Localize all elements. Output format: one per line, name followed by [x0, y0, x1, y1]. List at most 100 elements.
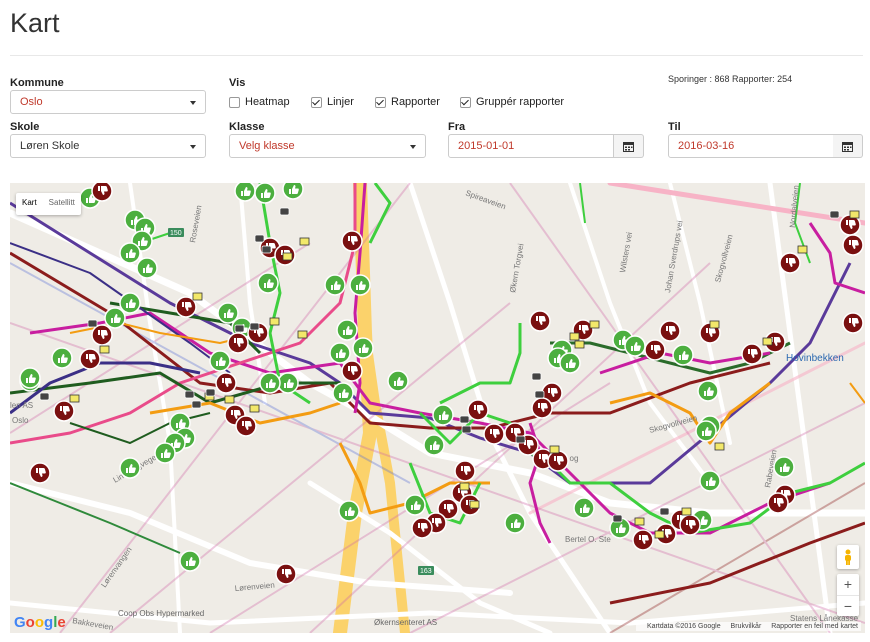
comment-icon[interactable]: [589, 320, 600, 329]
thumbs-up-icon[interactable]: [423, 434, 445, 456]
pegman-button[interactable]: [837, 545, 859, 569]
comment-icon[interactable]: [249, 404, 260, 413]
comment-icon[interactable]: [224, 395, 235, 404]
thumbs-down-icon[interactable]: [341, 360, 363, 382]
thumbs-up-icon[interactable]: [254, 183, 276, 204]
camera-icon[interactable]: [659, 507, 670, 516]
thumbs-down-icon[interactable]: [29, 462, 51, 484]
map-canvas[interactable]: Spireaveien Økern Torgvei Wilsters vei J…: [10, 183, 865, 633]
thumbs-down-icon[interactable]: [411, 517, 433, 539]
camera-icon[interactable]: [184, 390, 195, 399]
thumbs-down-icon[interactable]: [842, 312, 864, 334]
thumbs-down-icon[interactable]: [679, 514, 701, 536]
checkbox-checked-icon[interactable]: [460, 96, 471, 108]
thumbs-up-icon[interactable]: [773, 456, 795, 478]
thumbs-down-icon[interactable]: [767, 492, 789, 514]
checkbox-checked-icon[interactable]: [311, 96, 322, 108]
comment-icon[interactable]: [282, 252, 293, 261]
comment-icon[interactable]: [299, 237, 310, 246]
thumbs-up-icon[interactable]: [338, 500, 360, 522]
comment-icon[interactable]: [634, 517, 645, 526]
camera-icon[interactable]: [39, 392, 50, 401]
thumbs-up-icon[interactable]: [257, 272, 279, 294]
report-link[interactable]: Rapporter en feil med kartet: [771, 623, 858, 630]
thumbs-up-icon[interactable]: [154, 442, 176, 464]
thumbs-up-icon[interactable]: [559, 352, 581, 374]
camera-icon[interactable]: [205, 388, 216, 397]
grupper-checkbox[interactable]: Gruppér rapporter: [460, 96, 564, 108]
thumbs-up-icon[interactable]: [324, 274, 346, 296]
thumbs-up-icon[interactable]: [104, 307, 126, 329]
thumbs-up-icon[interactable]: [209, 350, 231, 372]
thumbs-up-icon[interactable]: [404, 494, 426, 516]
thumbs-up-icon[interactable]: [699, 470, 721, 492]
thumbs-up-icon[interactable]: [504, 512, 526, 534]
camera-icon[interactable]: [534, 390, 545, 399]
thumbs-up-icon[interactable]: [329, 342, 351, 364]
tab-satellitt[interactable]: Satellitt: [43, 193, 81, 215]
thumbs-down-icon[interactable]: [341, 230, 363, 252]
comment-icon[interactable]: [549, 445, 560, 454]
checkbox-checked-icon[interactable]: [375, 96, 386, 108]
thumbs-down-icon[interactable]: [79, 348, 101, 370]
comment-icon[interactable]: [297, 330, 308, 339]
thumbs-down-icon[interactable]: [467, 399, 489, 421]
map-type-control[interactable]: Kart Satellitt: [16, 193, 81, 215]
thumbs-up-icon[interactable]: [672, 344, 694, 366]
thumbs-down-icon[interactable]: [632, 529, 654, 551]
thumbs-down-icon[interactable]: [91, 183, 113, 202]
zoom-control[interactable]: + −: [837, 574, 859, 616]
comment-icon[interactable]: [469, 500, 480, 509]
thumbs-up-icon[interactable]: [19, 367, 41, 389]
comment-icon[interactable]: [569, 332, 580, 341]
thumbs-up-icon[interactable]: [277, 372, 299, 394]
thumbs-down-icon[interactable]: [842, 234, 864, 256]
camera-icon[interactable]: [254, 234, 265, 243]
thumbs-up-icon[interactable]: [349, 274, 371, 296]
thumbs-down-icon[interactable]: [91, 324, 113, 346]
thumbs-up-icon[interactable]: [573, 497, 595, 519]
thumbs-up-icon[interactable]: [432, 404, 454, 426]
zoom-out-button[interactable]: −: [837, 596, 859, 616]
fra-calendar-button[interactable]: [614, 134, 644, 158]
comment-icon[interactable]: [574, 340, 585, 349]
thumbs-down-icon[interactable]: [483, 423, 505, 445]
linjer-checkbox[interactable]: Linjer: [311, 96, 354, 108]
thumbs-down-icon[interactable]: [741, 343, 763, 365]
thumbs-down-icon[interactable]: [531, 397, 553, 419]
thumbs-down-icon[interactable]: [53, 400, 75, 422]
thumbs-up-icon[interactable]: [119, 457, 141, 479]
comment-icon[interactable]: [849, 210, 860, 219]
comment-icon[interactable]: [69, 394, 80, 403]
thumbs-down-icon[interactable]: [454, 460, 476, 482]
camera-icon[interactable]: [531, 372, 542, 381]
comment-icon[interactable]: [709, 320, 720, 329]
thumbs-up-icon[interactable]: [697, 380, 719, 402]
thumbs-up-icon[interactable]: [352, 337, 374, 359]
camera-icon[interactable]: [515, 435, 526, 444]
tab-kart[interactable]: Kart: [16, 193, 43, 215]
thumbs-up-icon[interactable]: [51, 347, 73, 369]
comment-icon[interactable]: [654, 530, 665, 539]
skole-select[interactable]: Løren Skole: [10, 134, 206, 158]
til-calendar-button[interactable]: [833, 134, 863, 158]
terms-link[interactable]: Brukvilkår: [731, 623, 762, 630]
thumbs-up-icon[interactable]: [119, 242, 141, 264]
camera-icon[interactable]: [829, 210, 840, 219]
fra-date-input[interactable]: 2015-01-01: [448, 134, 614, 158]
heatmap-checkbox[interactable]: Heatmap: [229, 96, 290, 108]
til-date-input[interactable]: 2016-03-16: [668, 134, 834, 158]
thumbs-up-icon[interactable]: [336, 319, 358, 341]
map-layer[interactable]: Spireaveien Økern Torgvei Wilsters vei J…: [10, 183, 865, 633]
thumbs-up-icon[interactable]: [387, 370, 409, 392]
camera-icon[interactable]: [234, 324, 245, 333]
comment-icon[interactable]: [99, 345, 110, 354]
thumbs-up-icon[interactable]: [624, 335, 646, 357]
camera-icon[interactable]: [279, 207, 290, 216]
thumbs-down-icon[interactable]: [547, 450, 569, 472]
thumbs-down-icon[interactable]: [644, 339, 666, 361]
comment-icon[interactable]: [269, 317, 280, 326]
comment-icon[interactable]: [797, 245, 808, 254]
zoom-in-button[interactable]: +: [837, 574, 859, 596]
camera-icon[interactable]: [459, 415, 470, 424]
